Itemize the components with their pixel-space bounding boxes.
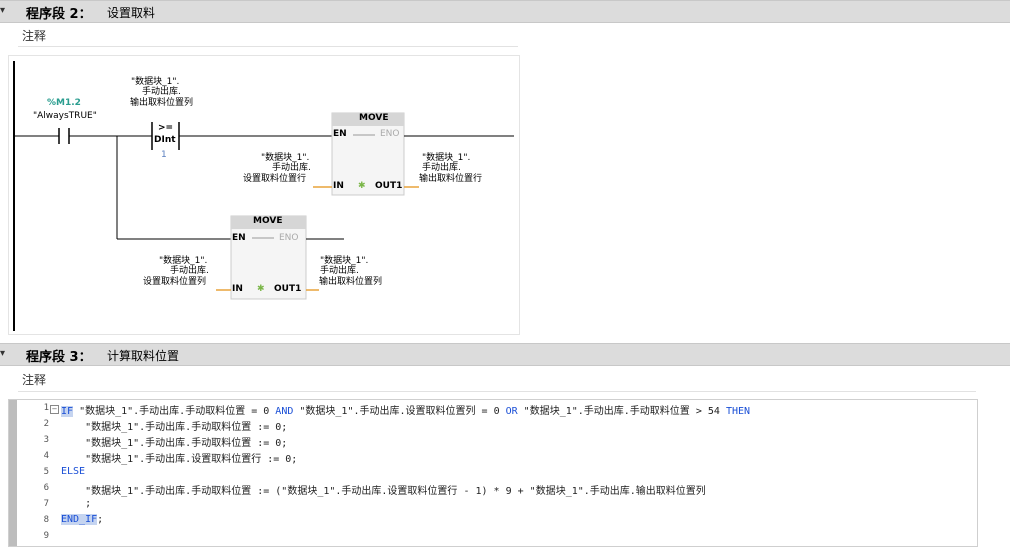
code-keyword: OR [505, 406, 518, 417]
code-text: "数据块_1".手动出库.手动取料位置 := 0; [61, 438, 288, 449]
move2-eno: ENO [279, 233, 299, 243]
compare-type: DInt [154, 135, 176, 145]
move2-in-l1: "数据块_1". [159, 256, 208, 266]
move1-in-l1: "数据块_1". [261, 153, 310, 163]
code-keyword: IF [61, 406, 74, 417]
network-3-header[interactable]: ▾ 程序段 3： 计算取料位置 [0, 343, 1010, 366]
contact-symbol: "AlwaysTRUE" [33, 111, 97, 121]
ladder-diagram[interactable]: %M1.2 "AlwaysTRUE" "数据块_1". 手动出库. 输出取料位置… [8, 55, 520, 335]
move1-in-l3: 设置取料位置行 [243, 174, 307, 184]
code-text: ; [61, 498, 92, 509]
line-number: 4 [43, 451, 49, 461]
code-text: "数据块_1".手动出库.手动取料位置 := ("数据块_1".手动出库.设置取… [61, 486, 706, 497]
move1-eno: ENO [380, 129, 400, 139]
code-line[interactable]: IF "数据块_1".手动出库.手动取料位置 = 0 AND "数据块_1".手… [61, 402, 750, 417]
move1-in: IN [333, 181, 344, 191]
divider [18, 46, 518, 47]
fold-toggle-icon[interactable]: − [50, 405, 59, 414]
network-3-title: 程序段 3： [26, 350, 92, 365]
move2-out-l1: "数据块_1". [320, 256, 369, 266]
network-2-name: 设置取料 [107, 6, 156, 20]
code-line[interactable]: "数据块_1".手动出库.设置取料位置行 := 0; [61, 450, 297, 465]
code-keyword: END_IF [61, 514, 98, 525]
move2-title: MOVE [253, 216, 283, 226]
code-keyword: AND [275, 406, 294, 417]
line-number: 1 [43, 403, 49, 413]
line-number: 3 [43, 435, 49, 445]
move2-out: OUT1 [274, 284, 302, 294]
network-3-comment[interactable]: 注释 [22, 371, 46, 388]
code-text: "数据块_1".手动出库.手动取料位置 := 0; [61, 422, 288, 433]
network-2-title: 程序段 2： [26, 7, 92, 22]
network-2-header[interactable]: ▾ 程序段 2： 设置取料 [0, 0, 1010, 23]
code-text: "数据块_1".手动出库.手动取料位置 > 54 [517, 406, 726, 417]
compare-operand1-l3: 输出取料位置列 [130, 98, 194, 108]
code-line[interactable]: "数据块_1".手动出库.手动取料位置 := 0; [61, 418, 287, 433]
move2-out-l3: 输出取料位置列 [319, 277, 383, 287]
line-number: 7 [43, 499, 49, 509]
code-text: ; [97, 514, 104, 525]
line-number: 2 [43, 419, 49, 429]
compare-operand2: 1 [161, 150, 167, 160]
move2-star-icon: ✱ [257, 284, 265, 294]
divider [18, 391, 976, 392]
contact-address: %M1.2 [47, 98, 81, 108]
code-text: "数据块_1".手动出库.手动取料位置 = 0 [73, 406, 276, 417]
editor-gutter [9, 400, 17, 546]
move1-star-icon: ✱ [358, 181, 366, 191]
move2-in: IN [232, 284, 243, 294]
code-keyword: ELSE [61, 466, 86, 477]
move1-title: MOVE [359, 113, 389, 123]
code-line[interactable]: ELSE [61, 466, 85, 477]
move1-out: OUT1 [375, 181, 403, 191]
collapse-chevron-icon[interactable]: ▾ [0, 4, 10, 18]
compare-operand1-l1: "数据块_1". [131, 77, 180, 87]
code-line[interactable]: END_IF; [61, 514, 103, 525]
code-text: "数据块_1".手动出库.设置取料位置列 = 0 [293, 406, 506, 417]
move2-out-l2: 手动出库. [320, 266, 359, 276]
collapse-chevron-icon[interactable]: ▾ [0, 347, 10, 361]
move1-out-l1: "数据块_1". [422, 153, 471, 163]
code-line[interactable]: ; [61, 498, 91, 509]
move1-in-l2: 手动出库. [272, 163, 311, 173]
move2-in-l3: 设置取料位置列 [143, 277, 207, 287]
code-keyword: THEN [725, 406, 751, 417]
line-number: 6 [43, 483, 49, 493]
move1-en: EN [333, 129, 347, 139]
move1-out-l3: 输出取料位置行 [419, 174, 483, 184]
network-2-comment[interactable]: 注释 [22, 27, 46, 44]
compare-operator: >= [158, 123, 174, 133]
move2-in-l2: 手动出库. [170, 266, 209, 276]
line-number: 9 [43, 531, 49, 541]
line-number: 5 [43, 467, 49, 477]
compare-operand1-l2: 手动出库. [142, 87, 181, 97]
code-line[interactable]: "数据块_1".手动出库.手动取料位置 := 0; [61, 434, 287, 449]
line-number: 8 [43, 515, 49, 525]
move2-en: EN [232, 233, 246, 243]
code-line[interactable]: "数据块_1".手动出库.手动取料位置 := ("数据块_1".手动出库.设置取… [61, 482, 706, 497]
code-text: "数据块_1".手动出库.设置取料位置行 := 0; [61, 454, 298, 465]
move1-out-l2: 手动出库. [422, 163, 461, 173]
network-3-name: 计算取料位置 [107, 349, 180, 363]
scl-code-editor[interactable]: 1− IF "数据块_1".手动出库.手动取料位置 = 0 AND "数据块_1"… [8, 399, 978, 547]
